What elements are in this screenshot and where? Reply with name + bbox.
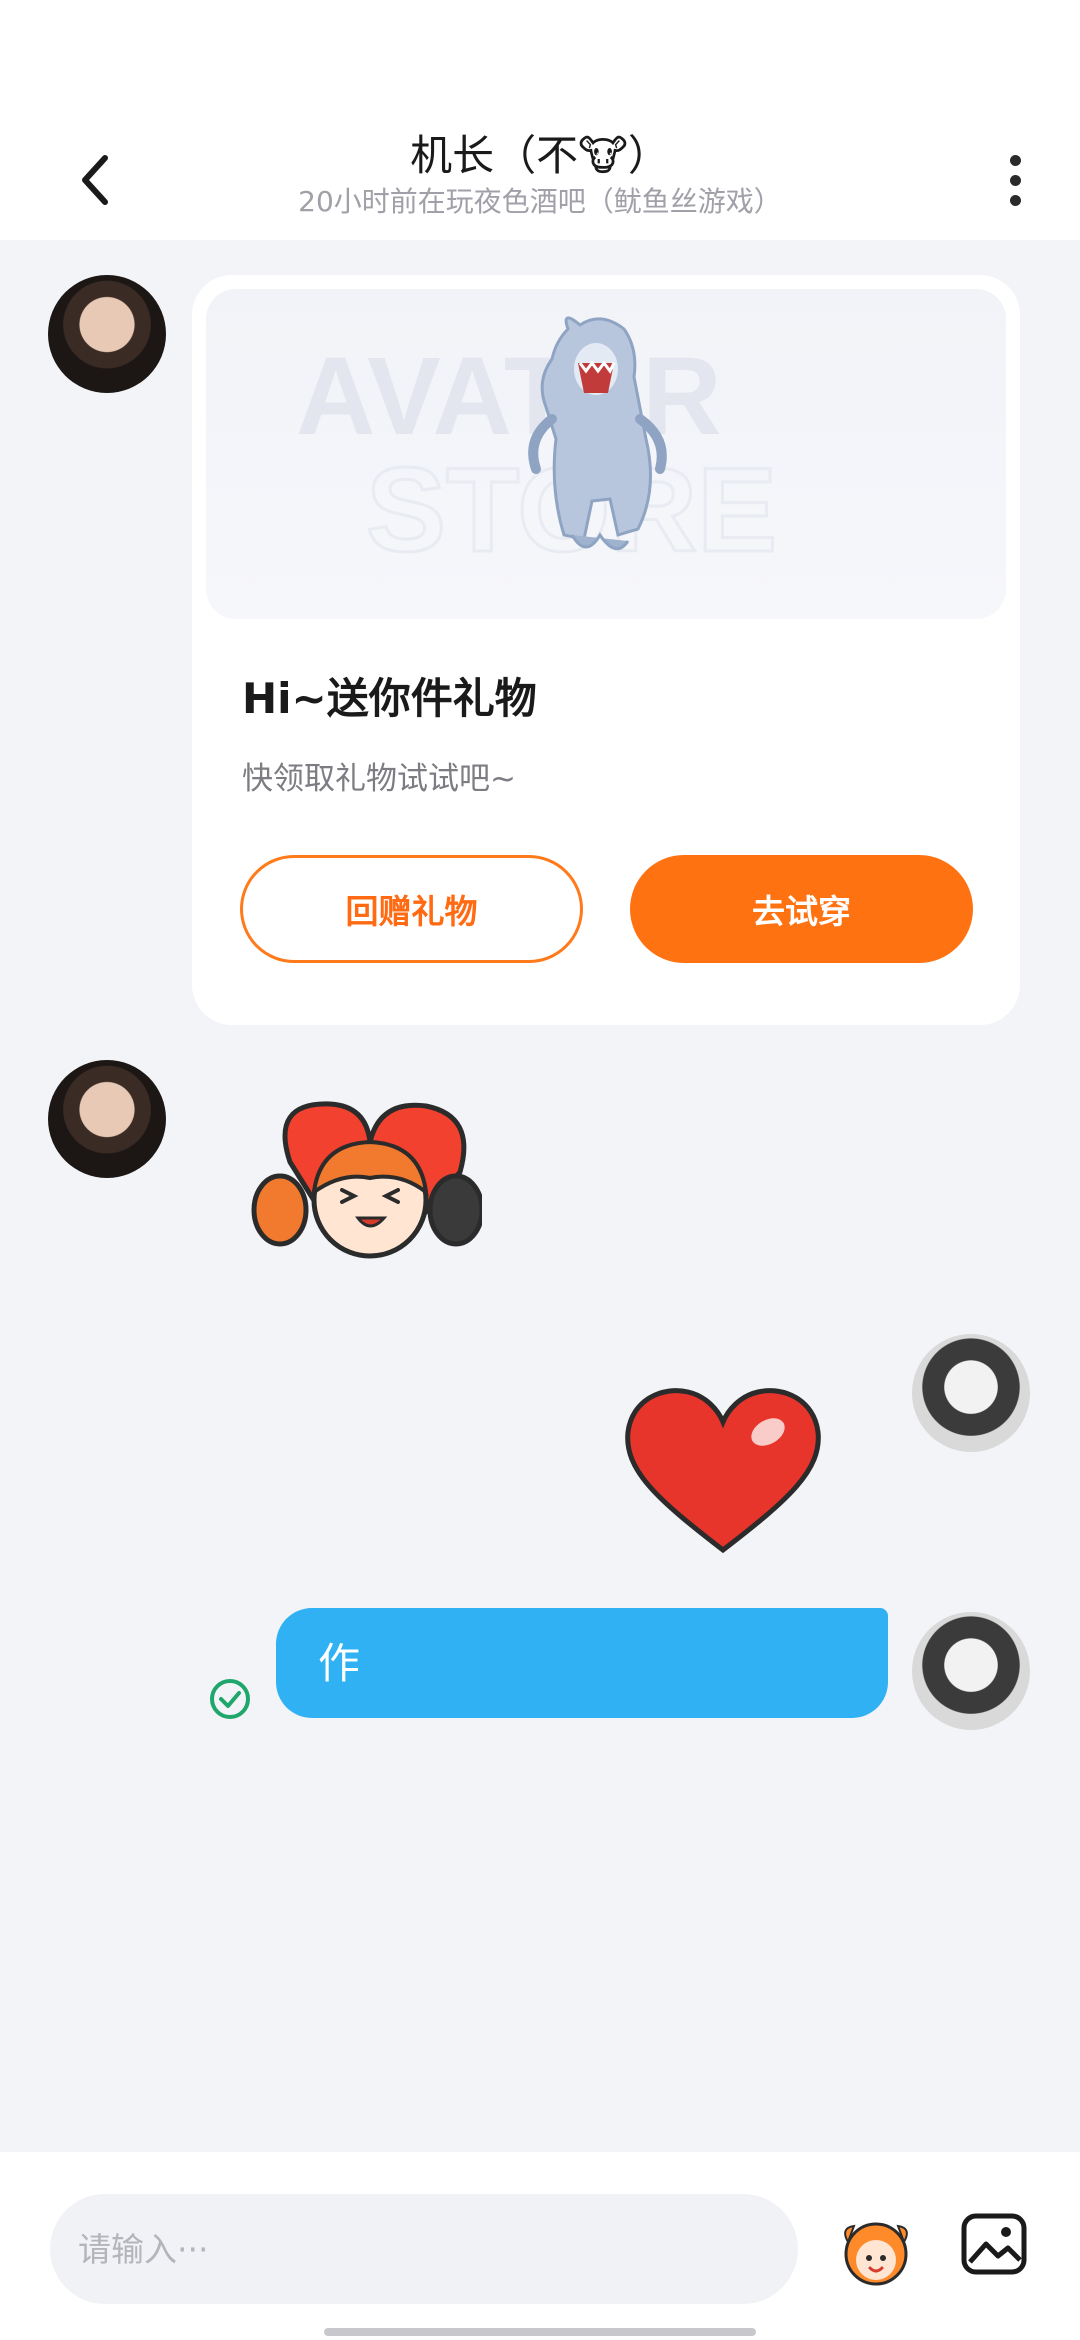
chat-header: 机长（不🐮） 20小时前在玩夜色酒吧（鱿鱼丝游戏）	[0, 110, 1080, 240]
sent-status	[208, 1677, 252, 1721]
more-dot-icon	[1009, 154, 1021, 166]
gift-banner: AVATAR STORE	[206, 289, 1006, 619]
gift-card-description: 快领取礼物试试吧~	[242, 761, 516, 797]
image-button[interactable]	[958, 2208, 1030, 2280]
contact-avatar[interactable]	[48, 1060, 166, 1178]
sticker-message[interactable]	[618, 1380, 828, 1564]
home-indicator	[324, 2328, 756, 2336]
gift-card-title: Hi~送你件礼物	[242, 674, 537, 723]
contact-avatar[interactable]	[48, 275, 166, 393]
sent-check-icon	[210, 1679, 250, 1719]
more-dot-icon	[1009, 194, 1021, 206]
avatar-store-banner: AVATAR STORE	[296, 316, 779, 579]
status-bar	[0, 0, 1080, 110]
try-on-button[interactable]: 去试穿	[630, 855, 973, 963]
message-input[interactable]	[50, 2194, 798, 2304]
gift-card: AVATAR STORE Hi~送你件礼物 快领取礼物试试吧~ 回赠礼物 去试穿	[192, 275, 1020, 1025]
mascot-sticker-icon	[844, 2222, 908, 2286]
contact-status: 20小时前在玩夜色酒吧（鱿鱼丝游戏）	[298, 185, 782, 218]
my-avatar[interactable]	[912, 1612, 1030, 1730]
red-heart-icon	[625, 1388, 821, 1554]
contact-name: 机长（不🐮）	[410, 131, 670, 180]
more-dot-icon	[1009, 174, 1021, 186]
message-text: 作	[318, 1639, 361, 1688]
image-icon	[961, 2213, 1027, 2275]
sticker-button[interactable]	[834, 2208, 918, 2292]
return-gift-button[interactable]: 回赠礼物	[240, 855, 583, 963]
my-avatar[interactable]	[912, 1334, 1030, 1452]
chat-screen: 机长（不🐮） 20小时前在玩夜色酒吧（鱿鱼丝游戏） AVATAR STORE	[0, 0, 1080, 2340]
text-message-bubble[interactable]: 作	[276, 1608, 888, 1718]
more-options-button[interactable]	[990, 140, 1040, 220]
input-bar	[0, 2152, 1080, 2340]
sticker-message[interactable]	[250, 1092, 485, 1272]
girl-hugging-heart-sticker-icon	[251, 1101, 485, 1259]
